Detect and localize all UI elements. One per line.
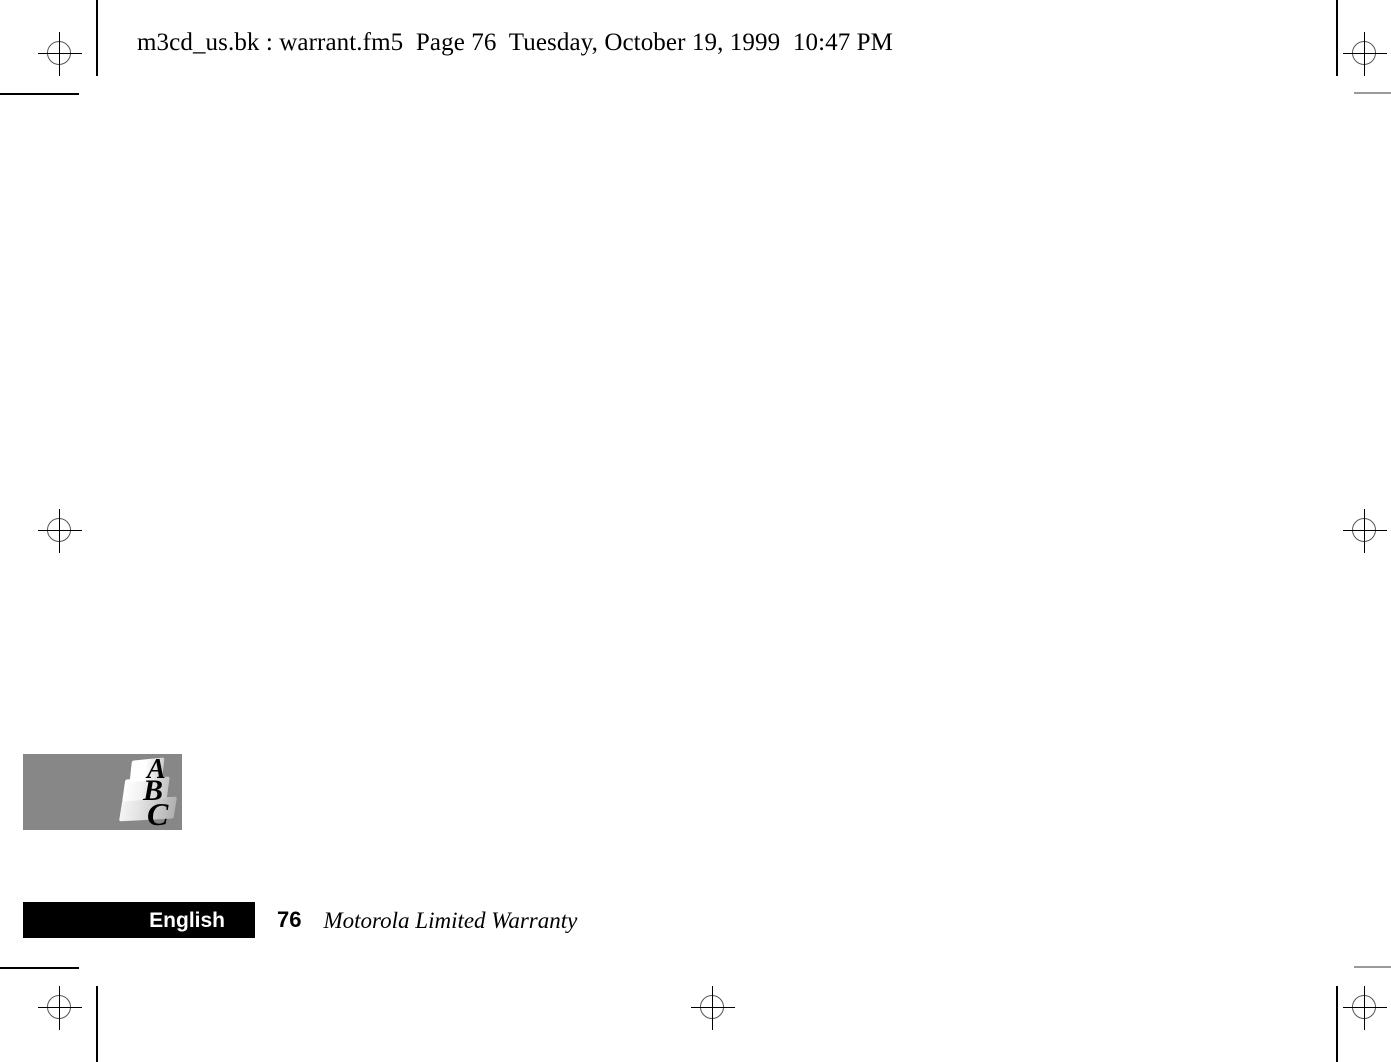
registration-mark-bottom-center [691,986,735,1030]
header-stamp: m3cd_us.bk : warrant.fm5 Page 76 Tuesday… [137,29,894,56]
abc-logo-icon: C B A [118,754,183,830]
trim-line-top-right-horizontal [1354,92,1391,94]
trim-line-bottom-right-vertical [1336,986,1338,1062]
trim-line-top-left-horizontal [0,93,79,95]
registration-crosshair-vertical [1364,986,1365,1030]
page-footer: English 76 Motorola Limited Warranty [23,902,577,938]
registration-crosshair-horizontal [691,1007,735,1008]
registration-crosshair-vertical [59,986,60,1030]
registration-crosshair-horizontal [1343,1007,1387,1008]
registration-crosshair-horizontal [38,1007,82,1008]
logo-plate: C B A [23,754,182,830]
registration-crosshair-vertical [712,986,713,1030]
language-bar: English [23,902,255,938]
trim-line-bottom-left-vertical [96,986,98,1062]
footer-page-number: 76 [277,907,302,932]
printed-page: m3cd_us.bk : warrant.fm5 Page 76 Tuesday… [0,0,1391,1062]
page-body-blank [137,130,1267,730]
registration-mark-top-left [38,32,82,76]
footer-section-title: Motorola Limited Warranty [323,907,578,933]
registration-crosshair-horizontal [1343,53,1387,54]
registration-crosshair-vertical [59,509,60,553]
registration-mark-bottom-left [38,986,82,1030]
trim-line-bottom-left-horizontal [0,967,79,969]
trim-line-bottom-right-horizontal [1354,966,1391,968]
abc-logo-letter-a: A [147,754,166,785]
registration-crosshair-vertical [1364,509,1365,553]
trim-line-top-right-vertical [1336,0,1338,76]
registration-crosshair-horizontal [38,53,82,54]
registration-mark-bottom-right [1343,986,1387,1030]
registration-mark-middle-left [38,509,82,553]
registration-mark-middle-right [1343,509,1387,553]
language-label: English [149,908,225,932]
registration-crosshair-vertical [1364,32,1365,76]
registration-mark-top-right [1343,32,1387,76]
registration-crosshair-vertical [59,32,60,76]
registration-crosshair-horizontal [1343,530,1387,531]
registration-crosshair-horizontal [38,530,82,531]
trim-line-top-left-vertical [96,0,98,76]
